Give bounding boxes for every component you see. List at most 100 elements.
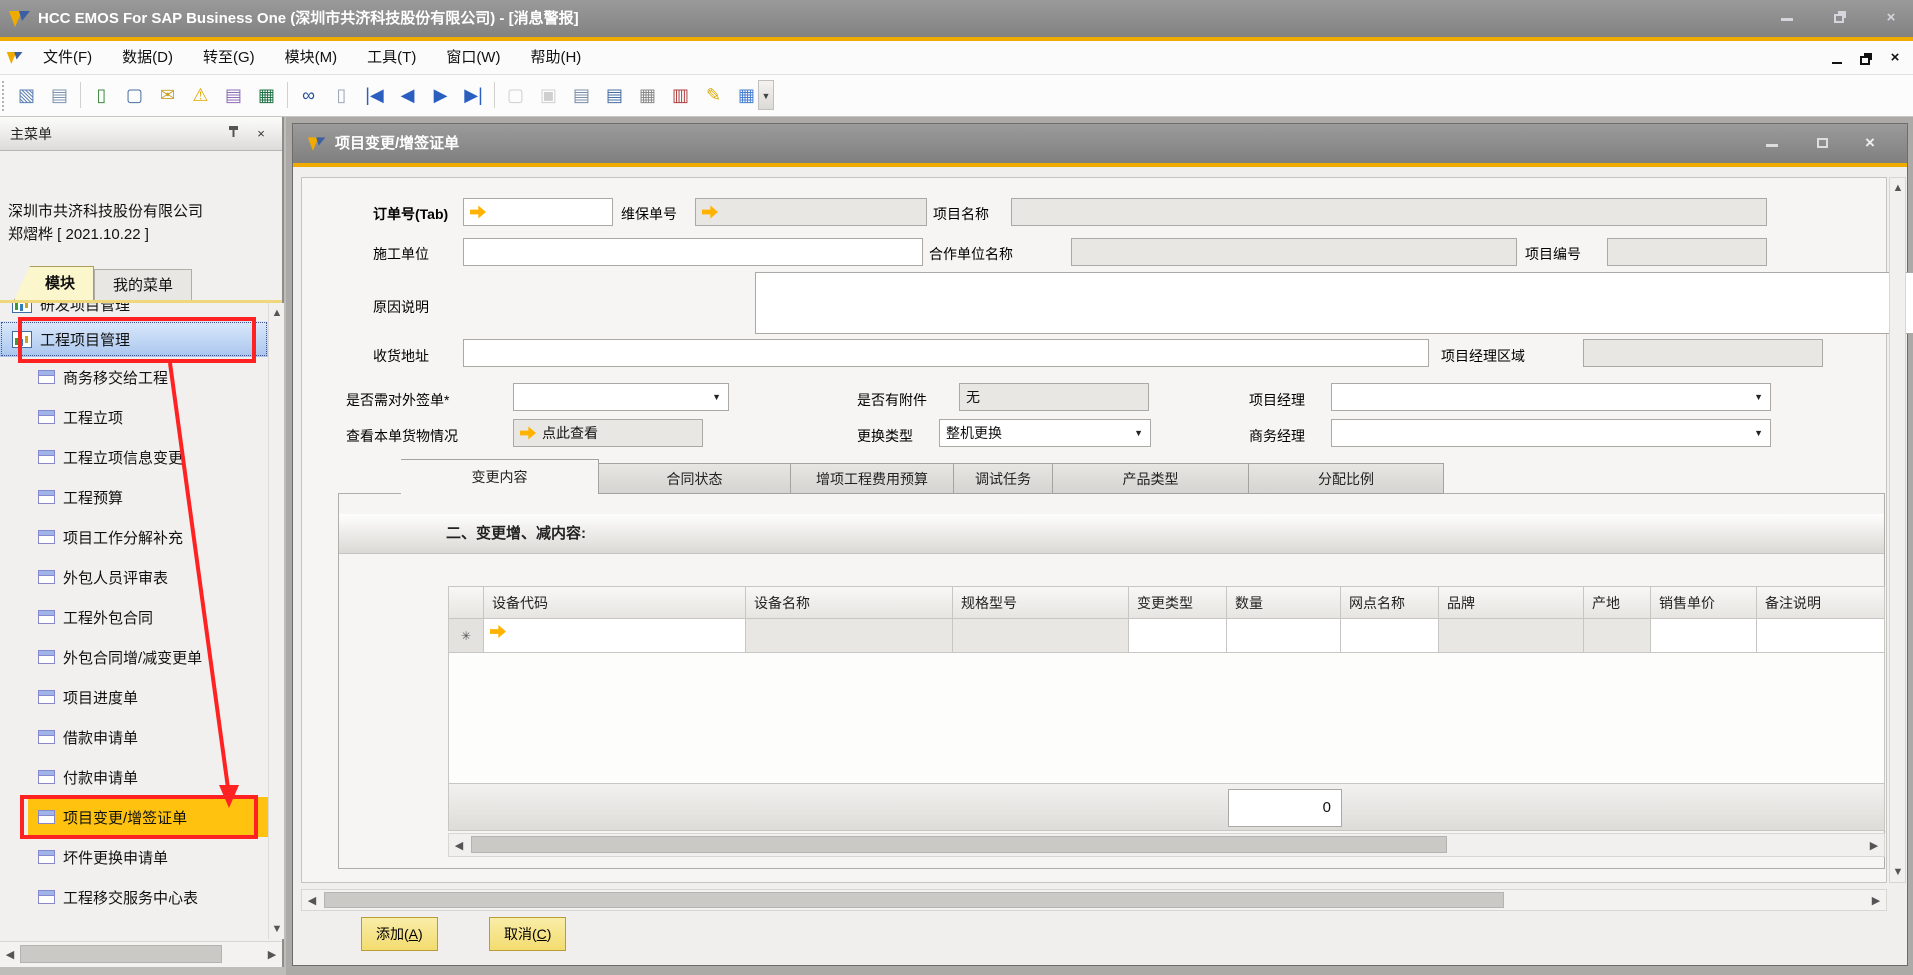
toolbar-icon-document-lines[interactable]: ▤ bbox=[598, 80, 631, 110]
toolbar-icon-form-settings[interactable]: ▤ bbox=[565, 80, 598, 110]
scroll-up-icon[interactable]: ▲ bbox=[269, 305, 285, 321]
replace-type-select[interactable]: 整机更换 bbox=[939, 419, 1151, 447]
sidebar-item[interactable]: 外包合同增/减变更单 bbox=[0, 637, 268, 677]
scroll-right-icon[interactable]: ▶ bbox=[1868, 893, 1884, 909]
toolbar-overflow-button[interactable]: ▼ bbox=[758, 80, 774, 110]
matrix-column-header[interactable]: 销售单价 bbox=[1651, 586, 1757, 619]
toolbar-icon-window-export[interactable]: ▣ bbox=[532, 80, 565, 110]
matrix-column-header[interactable]: 数量 bbox=[1227, 586, 1341, 619]
toolbar-icon-alert[interactable]: ⚠ bbox=[184, 80, 217, 110]
cancel-button[interactable]: 取消(C) bbox=[489, 917, 566, 951]
toolbar-icon-window-copy[interactable]: ▢ bbox=[499, 80, 532, 110]
matrix-column-header[interactable]: 网点名称 bbox=[1341, 586, 1439, 619]
scrollbar-thumb[interactable] bbox=[20, 945, 222, 963]
matrix-cell[interactable] bbox=[1584, 619, 1651, 653]
matrix-column-header[interactable] bbox=[448, 586, 484, 619]
sidebar-item[interactable]: 工程立项信息变更 bbox=[0, 437, 268, 477]
toolbar-icon-next-record[interactable]: ▶ bbox=[424, 80, 457, 110]
scroll-up-icon[interactable]: ▲ bbox=[1890, 180, 1906, 196]
matrix-cell[interactable] bbox=[1651, 619, 1757, 653]
sidebar-item[interactable]: 外包人员评审表 bbox=[0, 557, 268, 597]
scroll-down-icon[interactable]: ▼ bbox=[269, 921, 285, 937]
scroll-right-icon[interactable]: ▶ bbox=[1866, 838, 1882, 854]
sidebar-tab[interactable]: 我的菜单 bbox=[94, 269, 192, 300]
sidebar-item[interactable]: 坏件更换申请单 bbox=[0, 837, 268, 877]
matrix-column-header[interactable]: 变更类型 bbox=[1129, 586, 1227, 619]
scroll-down-icon[interactable]: ▼ bbox=[1890, 864, 1906, 880]
matrix-cell[interactable]: ✳ bbox=[448, 619, 484, 653]
project-no-field[interactable] bbox=[1607, 238, 1767, 266]
form-tab[interactable]: 分配比例 bbox=[1249, 463, 1444, 494]
toolbar-icon-report-chart[interactable]: ▥ bbox=[664, 80, 697, 110]
menu-item[interactable]: 模块(M) bbox=[270, 41, 353, 75]
matrix-cell[interactable] bbox=[1341, 619, 1439, 653]
business-manager-select[interactable] bbox=[1331, 419, 1771, 447]
mdi-minimize-button[interactable] bbox=[1822, 53, 1852, 71]
project-name-field[interactable] bbox=[1011, 198, 1767, 226]
menu-item[interactable]: 窗口(W) bbox=[431, 41, 515, 75]
view-goods-field[interactable]: 点此查看 bbox=[513, 419, 703, 447]
link-arrow-icon[interactable] bbox=[490, 625, 506, 638]
mdi-restore-button[interactable] bbox=[1850, 50, 1880, 68]
sidebar-item[interactable]: 借款申请单 bbox=[0, 717, 268, 757]
menu-item[interactable]: 工具(T) bbox=[352, 41, 431, 75]
scrollbar-thumb[interactable] bbox=[471, 836, 1447, 853]
toolbar-icon-mail-folder[interactable]: ✉ bbox=[151, 80, 184, 110]
toolbar-icon-draw-pencil[interactable]: ✎ bbox=[697, 80, 730, 110]
form-tab[interactable]: 增项工程费用预算 bbox=[791, 463, 954, 494]
close-button[interactable]: × bbox=[1876, 9, 1906, 27]
sidebar-horizontal-scrollbar[interactable]: ◀ ▶ bbox=[0, 941, 282, 967]
scrollbar-thumb[interactable] bbox=[324, 892, 1504, 908]
matrix-horizontal-scrollbar[interactable]: ◀ ▶ bbox=[448, 833, 1885, 857]
sidebar-close-icon[interactable]: × bbox=[252, 125, 270, 143]
toolbar-icon-last-record[interactable]: ▶| bbox=[457, 80, 490, 110]
sidebar-item[interactable]: 项目工作分解补充 bbox=[0, 517, 268, 557]
form-minimize-button[interactable] bbox=[1757, 136, 1787, 154]
sidebar-item[interactable]: 商务移交给工程 bbox=[0, 357, 268, 397]
matrix-column-header[interactable]: 规格型号 bbox=[953, 586, 1129, 619]
form-maximize-button[interactable] bbox=[1807, 135, 1837, 153]
form-vertical-scrollbar[interactable]: ▲ ▼ bbox=[1889, 177, 1906, 883]
matrix-cell[interactable] bbox=[484, 619, 746, 653]
matrix-cell[interactable] bbox=[1757, 619, 1885, 653]
matrix-empty-area[interactable] bbox=[448, 653, 1885, 783]
sidebar-item[interactable]: 工程项目管理 bbox=[0, 321, 268, 357]
toolbar-icon-monitor[interactable]: ▢ bbox=[118, 80, 151, 110]
toolbar-icon-table-view[interactable]: ▦ bbox=[631, 80, 664, 110]
matrix-column-header[interactable]: 备注说明 bbox=[1757, 586, 1885, 619]
toolbar-icon-find[interactable]: ∞ bbox=[292, 80, 325, 110]
matrix-cell[interactable] bbox=[1227, 619, 1341, 653]
form-tab[interactable]: 变更内容 bbox=[401, 459, 599, 494]
partner-unit-field[interactable] bbox=[1071, 238, 1517, 266]
link-arrow-icon[interactable] bbox=[702, 206, 718, 219]
project-manager-select[interactable] bbox=[1331, 383, 1771, 411]
add-button[interactable]: 添加(A) bbox=[361, 917, 438, 951]
toolbar-icon-phone[interactable]: ▯ bbox=[85, 80, 118, 110]
matrix-cell[interactable] bbox=[1129, 619, 1227, 653]
sidebar-item[interactable]: 项目进度单 bbox=[0, 677, 268, 717]
toolbar-icon-previous-record[interactable]: ◀ bbox=[391, 80, 424, 110]
matrix-cell[interactable] bbox=[953, 619, 1129, 653]
pin-icon[interactable] bbox=[224, 125, 242, 143]
pm-region-field[interactable] bbox=[1583, 339, 1823, 367]
delivery-address-input[interactable] bbox=[463, 339, 1429, 367]
toolbar-icon-new-document[interactable]: ▯ bbox=[325, 80, 358, 110]
matrix-cell[interactable] bbox=[746, 619, 953, 653]
matrix-column-header[interactable]: 品牌 bbox=[1439, 586, 1584, 619]
order-no-input[interactable] bbox=[463, 198, 613, 226]
external-sign-select[interactable] bbox=[513, 383, 729, 411]
form-horizontal-scrollbar[interactable]: ◀ ▶ bbox=[301, 889, 1887, 911]
sidebar-item[interactable]: 工程外包合同 bbox=[0, 597, 268, 637]
menu-item[interactable]: 转至(G) bbox=[188, 41, 270, 75]
link-arrow-icon[interactable] bbox=[520, 427, 536, 440]
toolbar-icon-excel-export[interactable]: ▦ bbox=[250, 80, 283, 110]
menu-item[interactable]: 数据(D) bbox=[107, 41, 188, 75]
scroll-left-icon[interactable]: ◀ bbox=[304, 893, 320, 909]
sidebar-item[interactable]: 付款申请单 bbox=[0, 757, 268, 797]
sidebar-item[interactable]: 工程预算 bbox=[0, 477, 268, 517]
sidebar-item[interactable]: 工程移交服务中心表 bbox=[0, 877, 268, 917]
matrix-column-header[interactable]: 设备代码 bbox=[484, 586, 746, 619]
scroll-left-icon[interactable]: ◀ bbox=[451, 838, 467, 854]
menu-item[interactable]: 帮助(H) bbox=[515, 41, 596, 75]
sidebar-item[interactable]: 项目变更/增签证单 bbox=[28, 797, 268, 837]
